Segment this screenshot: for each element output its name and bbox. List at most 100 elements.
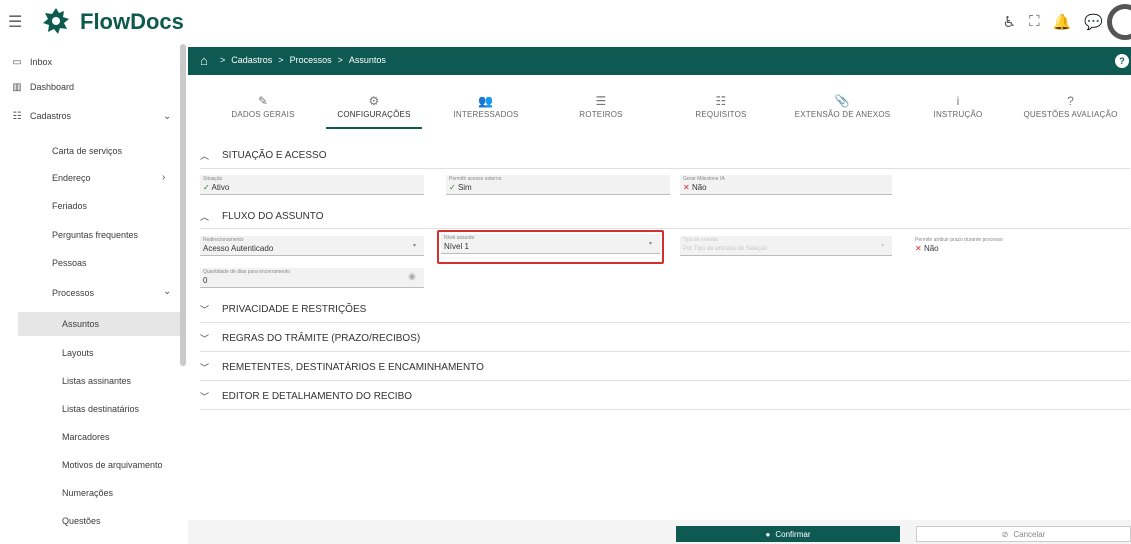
situacao-field: Situação ✓ Ativo	[200, 175, 424, 195]
check-icon: ✓	[449, 183, 456, 192]
breadcrumb-assuntos: Assuntos	[348, 55, 386, 65]
gear-icon: ⚙	[368, 94, 380, 108]
tab-label: INTERESSADOS	[453, 110, 519, 119]
paperclip-icon: 📎	[834, 94, 851, 108]
sidebar-item-marcadores[interactable]: Marcadores	[62, 425, 110, 449]
section-privacidade[interactable]: ﹀ PRIVACIDADE E RESTRIÇÕES	[200, 297, 366, 321]
sidebar-item-label: Motivos de arquivamento	[62, 460, 163, 470]
breadcrumb: > Cadastros > Processos > Assuntos	[220, 55, 386, 65]
sidebar-item-cadastros[interactable]: ☷ Cadastros	[10, 104, 72, 128]
quantidade-dias-input[interactable]: Quantidade de dias para encerramento 0 ◉	[200, 268, 424, 288]
sidebar-item-layouts[interactable]: Layouts	[62, 341, 94, 365]
tab-dados-gerais[interactable]: ✎ DADOS GERAIS	[208, 94, 318, 119]
help-icon[interactable]: ?	[1115, 54, 1129, 68]
sidebar-item-listas-assinantes[interactable]: Listas assinantes	[62, 369, 131, 393]
tab-label: DADOS GERAIS	[231, 110, 295, 119]
breadcrumb-separator: >	[278, 55, 284, 65]
check-icon: ✓	[203, 183, 210, 192]
redirecionamento-value: Acesso Autenticado	[203, 244, 274, 253]
sidebar-item-assuntos[interactable]: Assuntos	[18, 312, 180, 336]
chevron-down-icon: ﹀	[200, 304, 210, 315]
gerar-milestone-value: Não	[691, 183, 707, 192]
sidebar-item-listas-destinatarios[interactable]: Listas destinatários	[62, 397, 139, 421]
tab-requisitos[interactable]: ☷ REQUISITOS	[666, 94, 776, 119]
tab-configuracoes[interactable]: ⚙ CONFIGURAÇÕES	[319, 94, 429, 119]
redirecionamento-select[interactable]: Redirecionamento Acesso Autenticado ▾	[200, 236, 424, 256]
sidebar-item-label: Cadastros	[30, 111, 72, 121]
sidebar-item-processos[interactable]: Processos	[52, 281, 94, 305]
chevron-down-icon[interactable]: ⌄	[163, 286, 171, 297]
quantidade-dias-value: 0	[203, 276, 208, 285]
expand-icon[interactable]: ⛶	[1029, 13, 1040, 31]
accessibility-icon[interactable]: ♿	[1003, 13, 1016, 31]
sidebar-item-label: Marcadores	[62, 432, 110, 442]
sidebar-item-label: Carta de serviços	[52, 146, 123, 156]
sidebar-item-label: Assuntos	[62, 319, 100, 329]
sidebar-item-label: Listas assinantes	[62, 376, 132, 386]
breadcrumb-bar: ⌂ > Cadastros > Processos > Assuntos ?	[188, 47, 1131, 75]
section-fluxo-do-assunto[interactable]: ︿ FLUXO DO ASSUNTO	[200, 204, 324, 228]
atribuir-prazo-field: Permitir atribuir prazo durante processo…	[912, 236, 1130, 256]
chevron-down-icon[interactable]: ⌄	[163, 111, 171, 122]
field-value: ✕ Não	[683, 183, 707, 192]
chevron-down-icon: ﹀	[200, 391, 210, 402]
active-tab-indicator	[326, 127, 422, 129]
tab-label: EXTENSÃO DE ANEXOS	[794, 110, 891, 119]
chat-icon[interactable]: 💬	[1084, 13, 1103, 31]
section-situacao-e-acesso[interactable]: ︿ SITUAÇÃO E ACESSO	[200, 143, 326, 167]
sidebar-item-motivos-de-arquivamento[interactable]: Motivos de arquivamento	[62, 453, 163, 477]
tipo-entrada-value: Por Tipo de entrada de Seleção	[683, 246, 768, 252]
chevron-up-icon: ︿	[200, 150, 210, 161]
sidebar-item-label: Dashboard	[30, 82, 75, 92]
chevron-up-icon: ︿	[200, 211, 210, 222]
check-circle-icon: ●	[765, 529, 771, 539]
section-title: REMETENTES, DESTINATÁRIOS E ENCAMINHAMEN…	[222, 361, 484, 373]
sidebar-item-inbox[interactable]: ▭ Inbox	[10, 50, 52, 74]
breadcrumb-cadastros[interactable]: Cadastros	[231, 55, 272, 65]
field-label: Permitir atribuir prazo durante processo	[915, 237, 1003, 243]
stepper-icon[interactable]: ◉	[408, 271, 416, 282]
section-title: EDITOR E DETALHAMENTO DO RECIBO	[222, 390, 413, 402]
section-remetentes[interactable]: ﹀ REMETENTES, DESTINATÁRIOS E ENCAMINHAM…	[200, 355, 484, 379]
sidebar-item-endereco[interactable]: Endereço	[52, 166, 91, 190]
situacao-value: Ativo	[211, 183, 230, 192]
confirm-button[interactable]: ● Confirmar	[676, 526, 900, 542]
tab-roteiros[interactable]: ☰ ROTEIROS	[546, 94, 656, 119]
chevron-down-icon: ﹀	[200, 333, 210, 344]
field-value: ✓ Ativo	[203, 183, 229, 192]
tab-questoes-avaliacao[interactable]: ? QUESTÕES AVALIAÇÃO	[1013, 94, 1128, 119]
sidebar-item-feriados[interactable]: Feriados	[52, 194, 87, 218]
sidebar-item-label: Pessoas	[52, 258, 87, 268]
divider	[200, 351, 1130, 352]
menu-icon[interactable]: ☰	[8, 12, 22, 32]
highlight-box	[437, 230, 664, 264]
tab-interessados[interactable]: 👥 INTERESSADOS	[431, 94, 541, 119]
flowdocs-logo	[43, 8, 69, 34]
sidebar-item-numeracoes[interactable]: Numerações	[62, 481, 113, 505]
sidebar-item-perguntas-frequentes[interactable]: Perguntas frequentes	[52, 223, 138, 247]
section-editor-recibo[interactable]: ﹀ EDITOR E DETALHAMENTO DO RECIBO	[200, 384, 412, 408]
tab-instrucao[interactable]: i INSTRUÇÃO	[903, 94, 1013, 119]
sidebar-item-dashboard[interactable]: ▥ Dashboard	[10, 75, 74, 99]
caret-down-icon: ▾	[412, 243, 416, 249]
chevron-right-icon[interactable]: ›	[162, 172, 165, 183]
cancel-button[interactable]: ⊘ Cancelar	[916, 526, 1131, 542]
field-label: Permitir acesso externo	[449, 176, 502, 182]
tab-label: CONFIGURAÇÕES	[337, 110, 411, 119]
breadcrumb-processos[interactable]: Processos	[290, 55, 332, 65]
section-title: PRIVACIDADE E RESTRIÇÕES	[222, 303, 367, 315]
sidebar-item-label: Perguntas frequentes	[52, 230, 139, 240]
home-icon[interactable]: ⌂	[200, 53, 208, 68]
gerar-milestone-field: Gerar Milestone IA ✕ Não	[680, 175, 892, 195]
sidebar-item-questoes[interactable]: Questões	[62, 509, 101, 533]
sidebar-item-pessoas[interactable]: Pessoas	[52, 251, 87, 275]
sidebar-item-carta-de-servicos[interactable]: Carta de serviços	[52, 139, 122, 163]
section-regras-do-tramite[interactable]: ﹀ REGRAS DO TRÂMITE (PRAZO/RECIBOS)	[200, 326, 420, 350]
acesso-externo-field: Permitir acesso externo ✓ Sim	[446, 175, 670, 195]
sidebar-scrollbar[interactable]	[180, 44, 186, 366]
avatar[interactable]	[1107, 4, 1131, 40]
tab-extensao-de-anexos[interactable]: 📎 EXTENSÃO DE ANEXOS	[780, 94, 905, 119]
bell-icon[interactable]: 🔔	[1053, 13, 1072, 31]
checklist-icon: ☷	[715, 94, 727, 108]
tab-label: INSTRUÇÃO	[933, 110, 983, 119]
